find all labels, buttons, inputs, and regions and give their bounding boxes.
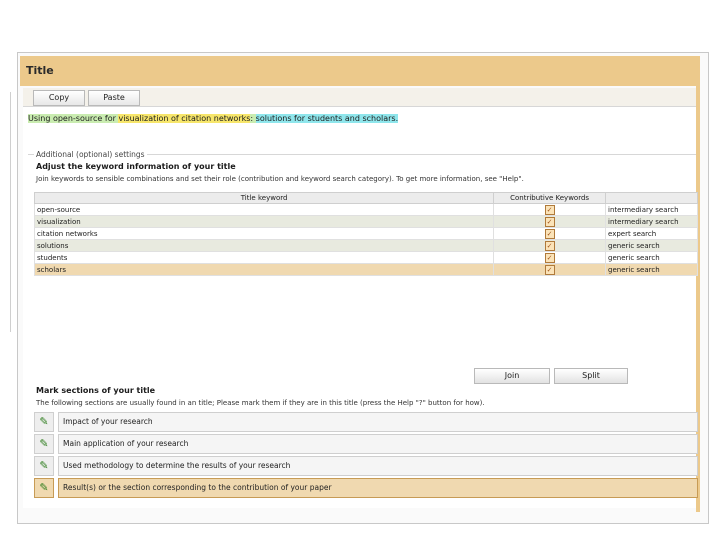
checkbox-icon[interactable]: ✓ xyxy=(544,216,555,227)
checkbox-icon[interactable]: ✓ xyxy=(544,252,555,263)
keyword-table: Title keyword Contributive Keywords open… xyxy=(33,192,698,276)
table-row-selected[interactable]: scholars ✓ generic search xyxy=(33,263,698,276)
checkbox-icon[interactable]: ✓ xyxy=(544,204,555,215)
keyword-cell: open-source xyxy=(33,203,495,216)
table-row[interactable]: citation networks ✓ expert search xyxy=(33,227,698,240)
check-pencil-icon[interactable]: ✎ xyxy=(34,478,54,498)
window-title: Title xyxy=(26,64,54,77)
category-cell[interactable]: generic search xyxy=(605,263,698,276)
section-field[interactable]: Main application of your research xyxy=(58,434,698,454)
title-segment: visualization of citation networks xyxy=(118,114,251,123)
category-cell[interactable]: generic search xyxy=(605,251,698,264)
keyword-cell: solutions xyxy=(33,239,495,252)
title-segment: : xyxy=(250,114,256,123)
title-segment: Using open-source for xyxy=(28,114,119,123)
keyword-description: Join keywords to sensible combinations a… xyxy=(36,175,524,183)
keyword-heading: Adjust the keyword information of your t… xyxy=(36,162,236,171)
column-header-contributive[interactable]: Contributive Keywords xyxy=(493,192,607,204)
section-row: ✎ Impact of your research xyxy=(34,412,698,432)
section-row-active: ✎ Result(s) or the section corresponding… xyxy=(34,478,698,498)
settings-legend: Additional (optional) settings xyxy=(34,150,147,159)
split-button[interactable]: Split xyxy=(554,368,628,384)
keyword-cell: students xyxy=(33,251,495,264)
checkbox-icon[interactable]: ✓ xyxy=(544,240,555,251)
toolbar-divider xyxy=(23,106,696,107)
section-field[interactable]: Impact of your research xyxy=(58,412,698,432)
sections-list: ✎ Impact of your research ✎ Main applica… xyxy=(34,412,698,500)
section-field[interactable]: Used methodology to determine the result… xyxy=(58,456,698,476)
paste-button[interactable]: Paste xyxy=(88,90,140,106)
sections-description: The following sections are usually found… xyxy=(36,399,485,407)
join-button[interactable]: Join xyxy=(474,368,550,384)
column-header-title-keyword[interactable]: Title keyword xyxy=(33,192,495,204)
check-pencil-icon[interactable]: ✎ xyxy=(34,412,54,432)
category-cell[interactable]: expert search xyxy=(605,227,698,240)
column-header-category[interactable] xyxy=(605,192,698,204)
table-row[interactable]: solutions ✓ generic search xyxy=(33,239,698,252)
section-row: ✎ Used methodology to determine the resu… xyxy=(34,456,698,476)
copy-button[interactable]: Copy xyxy=(33,90,85,106)
title-segment: solutions for students and scholars. xyxy=(255,114,399,123)
check-pencil-icon[interactable]: ✎ xyxy=(34,456,54,476)
category-cell[interactable]: intermediary search xyxy=(605,215,698,228)
title-text-field[interactable]: Using open-source for visualization of c… xyxy=(28,112,399,126)
category-cell[interactable]: generic search xyxy=(605,239,698,252)
sections-heading: Mark sections of your title xyxy=(36,386,156,395)
table-row[interactable]: visualization ✓ intermediary search xyxy=(33,215,698,228)
checkbox-icon[interactable]: ✓ xyxy=(544,228,555,239)
table-row[interactable]: students ✓ generic search xyxy=(33,251,698,264)
category-cell[interactable]: intermediary search xyxy=(605,203,698,216)
toolbar: Copy Paste xyxy=(23,88,696,106)
keyword-cell: citation networks xyxy=(33,227,495,240)
checkbox-icon[interactable]: ✓ xyxy=(544,264,555,275)
keyword-cell: visualization xyxy=(33,215,495,228)
left-border xyxy=(10,92,14,332)
table-row[interactable]: open-source ✓ intermediary search xyxy=(33,203,698,216)
check-pencil-icon[interactable]: ✎ xyxy=(34,434,54,454)
title-bar: Title xyxy=(20,56,700,86)
section-row: ✎ Main application of your research xyxy=(34,434,698,454)
section-field[interactable]: Result(s) or the section corresponding t… xyxy=(58,478,698,498)
keyword-cell: scholars xyxy=(33,263,495,276)
